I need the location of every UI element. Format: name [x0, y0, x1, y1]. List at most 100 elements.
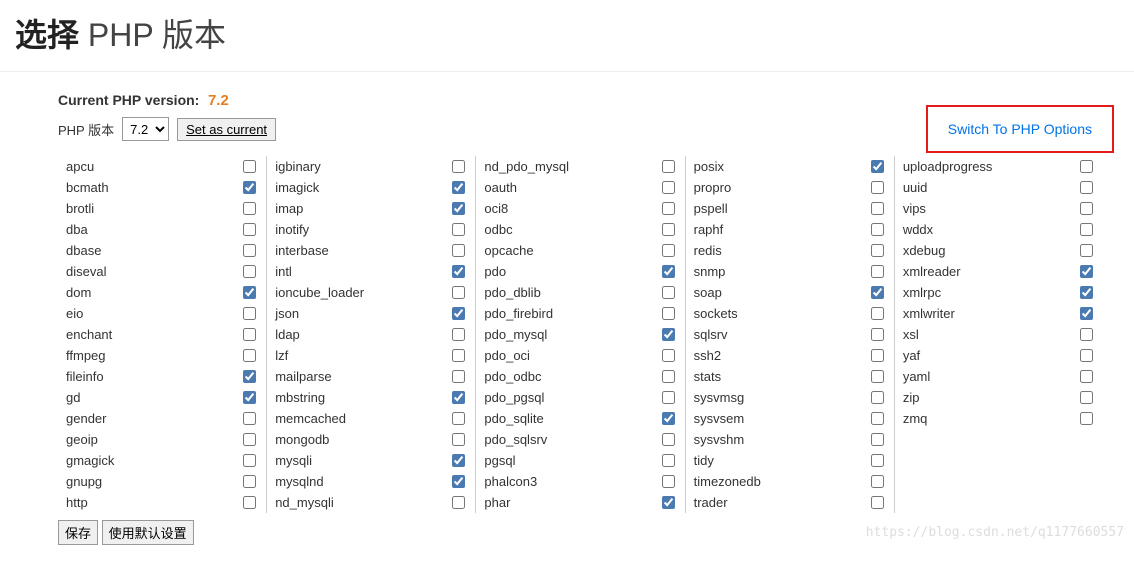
extension-checkbox[interactable]	[662, 349, 675, 362]
extension-checkbox[interactable]	[871, 454, 884, 467]
extension-checkbox[interactable]	[452, 160, 465, 173]
extension-checkbox[interactable]	[871, 202, 884, 215]
extension-checkbox[interactable]	[662, 454, 675, 467]
extension-checkbox[interactable]	[452, 391, 465, 404]
extension-checkbox[interactable]	[662, 496, 675, 509]
extension-checkbox[interactable]	[243, 307, 256, 320]
extension-checkbox[interactable]	[1080, 328, 1093, 341]
extension-checkbox[interactable]	[871, 496, 884, 509]
extension-checkbox[interactable]	[243, 202, 256, 215]
extension-checkbox[interactable]	[243, 475, 256, 488]
extension-checkbox[interactable]	[1080, 349, 1093, 362]
extension-checkbox[interactable]	[452, 265, 465, 278]
extension-checkbox[interactable]	[243, 454, 256, 467]
extension-row: odbc	[476, 219, 684, 240]
extension-checkbox[interactable]	[452, 181, 465, 194]
extension-checkbox[interactable]	[662, 328, 675, 341]
extension-checkbox[interactable]	[243, 265, 256, 278]
extension-checkbox[interactable]	[662, 160, 675, 173]
extension-checkbox[interactable]	[871, 475, 884, 488]
save-button[interactable]: 保存	[58, 520, 98, 545]
extension-checkbox[interactable]	[243, 370, 256, 383]
extension-checkbox[interactable]	[871, 181, 884, 194]
extension-checkbox[interactable]	[662, 223, 675, 236]
extension-checkbox[interactable]	[1080, 181, 1093, 194]
extension-checkbox[interactable]	[452, 370, 465, 383]
extension-checkbox[interactable]	[452, 244, 465, 257]
extension-checkbox[interactable]	[871, 223, 884, 236]
extension-checkbox[interactable]	[243, 433, 256, 446]
extension-checkbox[interactable]	[243, 286, 256, 299]
extension-name: oauth	[484, 180, 661, 195]
extension-checkbox[interactable]	[243, 181, 256, 194]
extension-checkbox[interactable]	[452, 349, 465, 362]
extension-checkbox[interactable]	[662, 412, 675, 425]
extension-checkbox[interactable]	[662, 370, 675, 383]
extension-checkbox[interactable]	[243, 496, 256, 509]
extension-checkbox[interactable]	[662, 244, 675, 257]
extension-row: opcache	[476, 240, 684, 261]
extension-checkbox[interactable]	[662, 202, 675, 215]
extension-checkbox[interactable]	[662, 286, 675, 299]
extension-checkbox[interactable]	[452, 475, 465, 488]
extension-checkbox[interactable]	[452, 223, 465, 236]
extension-checkbox[interactable]	[871, 349, 884, 362]
extension-checkbox[interactable]	[243, 349, 256, 362]
php-version-select[interactable]: 7.2	[122, 117, 169, 141]
extension-checkbox[interactable]	[452, 202, 465, 215]
extension-checkbox[interactable]	[1080, 265, 1093, 278]
extension-checkbox[interactable]	[243, 244, 256, 257]
extension-checkbox[interactable]	[871, 160, 884, 173]
extension-checkbox[interactable]	[452, 286, 465, 299]
extension-checkbox[interactable]	[662, 181, 675, 194]
extension-checkbox[interactable]	[452, 433, 465, 446]
extension-checkbox[interactable]	[452, 454, 465, 467]
extension-checkbox[interactable]	[243, 412, 256, 425]
extension-name: opcache	[484, 243, 661, 258]
extension-name: odbc	[484, 222, 661, 237]
extension-checkbox[interactable]	[243, 391, 256, 404]
extension-checkbox[interactable]	[243, 328, 256, 341]
extension-name: wddx	[903, 222, 1080, 237]
extension-checkbox[interactable]	[871, 433, 884, 446]
extension-checkbox[interactable]	[662, 433, 675, 446]
extension-checkbox[interactable]	[1080, 412, 1093, 425]
extension-name: zip	[903, 390, 1080, 405]
switch-to-php-options-link[interactable]: Switch To PHP Options	[948, 121, 1092, 137]
extension-checkbox[interactable]	[1080, 160, 1093, 173]
extension-checkbox[interactable]	[452, 328, 465, 341]
extension-checkbox[interactable]	[452, 412, 465, 425]
extension-checkbox[interactable]	[662, 475, 675, 488]
extension-checkbox[interactable]	[452, 307, 465, 320]
extension-checkbox[interactable]	[1080, 244, 1093, 257]
extension-checkbox[interactable]	[1080, 202, 1093, 215]
extension-name: ioncube_loader	[275, 285, 452, 300]
extension-name: vips	[903, 201, 1080, 216]
extension-row: imap	[267, 198, 475, 219]
use-default-button[interactable]: 使用默认设置	[102, 520, 194, 545]
extension-name: oci8	[484, 201, 661, 216]
extension-checkbox[interactable]	[1080, 307, 1093, 320]
extension-checkbox[interactable]	[1080, 223, 1093, 236]
extension-checkbox[interactable]	[1080, 286, 1093, 299]
extension-checkbox[interactable]	[243, 160, 256, 173]
set-as-current-button[interactable]: Set as current	[177, 118, 276, 141]
extension-checkbox[interactable]	[871, 412, 884, 425]
extension-checkbox[interactable]	[871, 286, 884, 299]
extension-checkbox[interactable]	[871, 265, 884, 278]
extension-checkbox[interactable]	[871, 307, 884, 320]
extension-name: trader	[694, 495, 871, 510]
extension-name: sysvsem	[694, 411, 871, 426]
extension-checkbox[interactable]	[662, 391, 675, 404]
extension-checkbox[interactable]	[871, 244, 884, 257]
extension-checkbox[interactable]	[871, 391, 884, 404]
extension-checkbox[interactable]	[662, 265, 675, 278]
extension-checkbox[interactable]	[871, 328, 884, 341]
extension-checkbox[interactable]	[1080, 391, 1093, 404]
extension-checkbox[interactable]	[871, 370, 884, 383]
extension-checkbox[interactable]	[243, 223, 256, 236]
extension-checkbox[interactable]	[452, 496, 465, 509]
extension-checkbox[interactable]	[662, 307, 675, 320]
extension-checkbox[interactable]	[1080, 370, 1093, 383]
extension-row: pdo_dblib	[476, 282, 684, 303]
